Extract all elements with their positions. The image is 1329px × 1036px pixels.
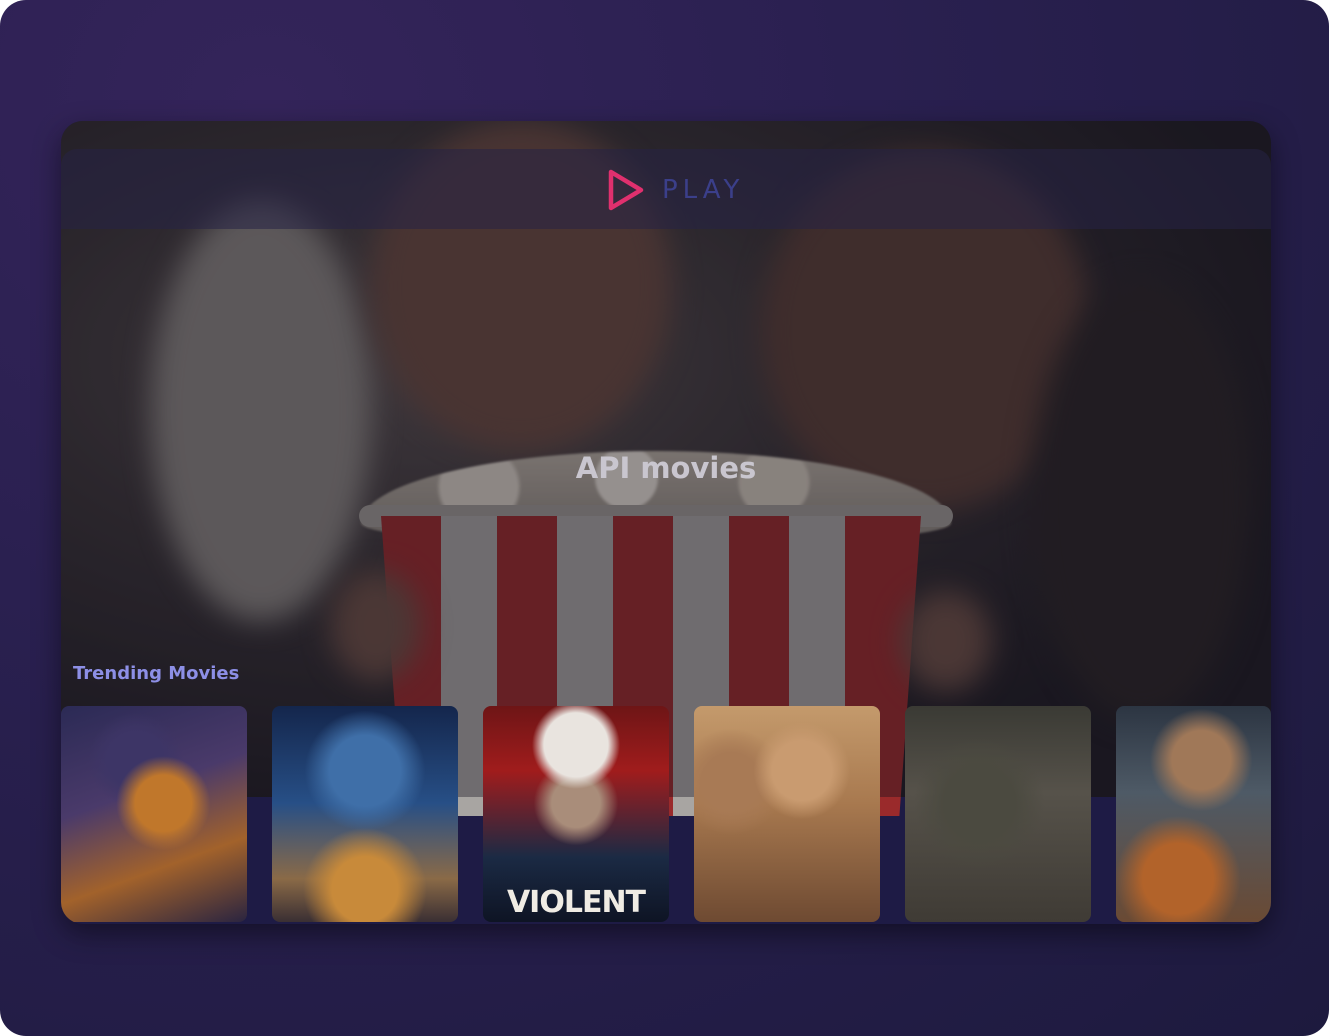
app-logo[interactable]: PLAY <box>602 167 744 213</box>
poster-image <box>1116 706 1271 922</box>
movie-poster[interactable] <box>61 706 247 922</box>
poster-image <box>61 706 247 922</box>
trending-movies-row: VIOLENT <box>61 706 1271 924</box>
page-background: PLAY API movies Trending Movies VIOLENT <box>0 0 1329 1036</box>
app-window: PLAY API movies Trending Movies VIOLENT <box>61 121 1271 924</box>
movie-poster[interactable] <box>694 706 880 922</box>
top-navbar: PLAY <box>61 149 1271 229</box>
movie-poster[interactable] <box>272 706 458 922</box>
trending-section-title: Trending Movies <box>73 663 240 684</box>
movie-poster[interactable] <box>905 706 1091 922</box>
logo-text: PLAY <box>662 175 745 205</box>
poster-image <box>272 706 458 922</box>
movie-poster[interactable] <box>1116 706 1271 922</box>
movie-poster[interactable]: VIOLENT <box>483 706 669 922</box>
poster-image <box>694 706 880 922</box>
poster-caption: VIOLENT <box>506 885 646 920</box>
play-triangle-icon <box>608 169 644 211</box>
hero-title: API movies <box>575 451 757 485</box>
poster-image <box>905 706 1091 922</box>
